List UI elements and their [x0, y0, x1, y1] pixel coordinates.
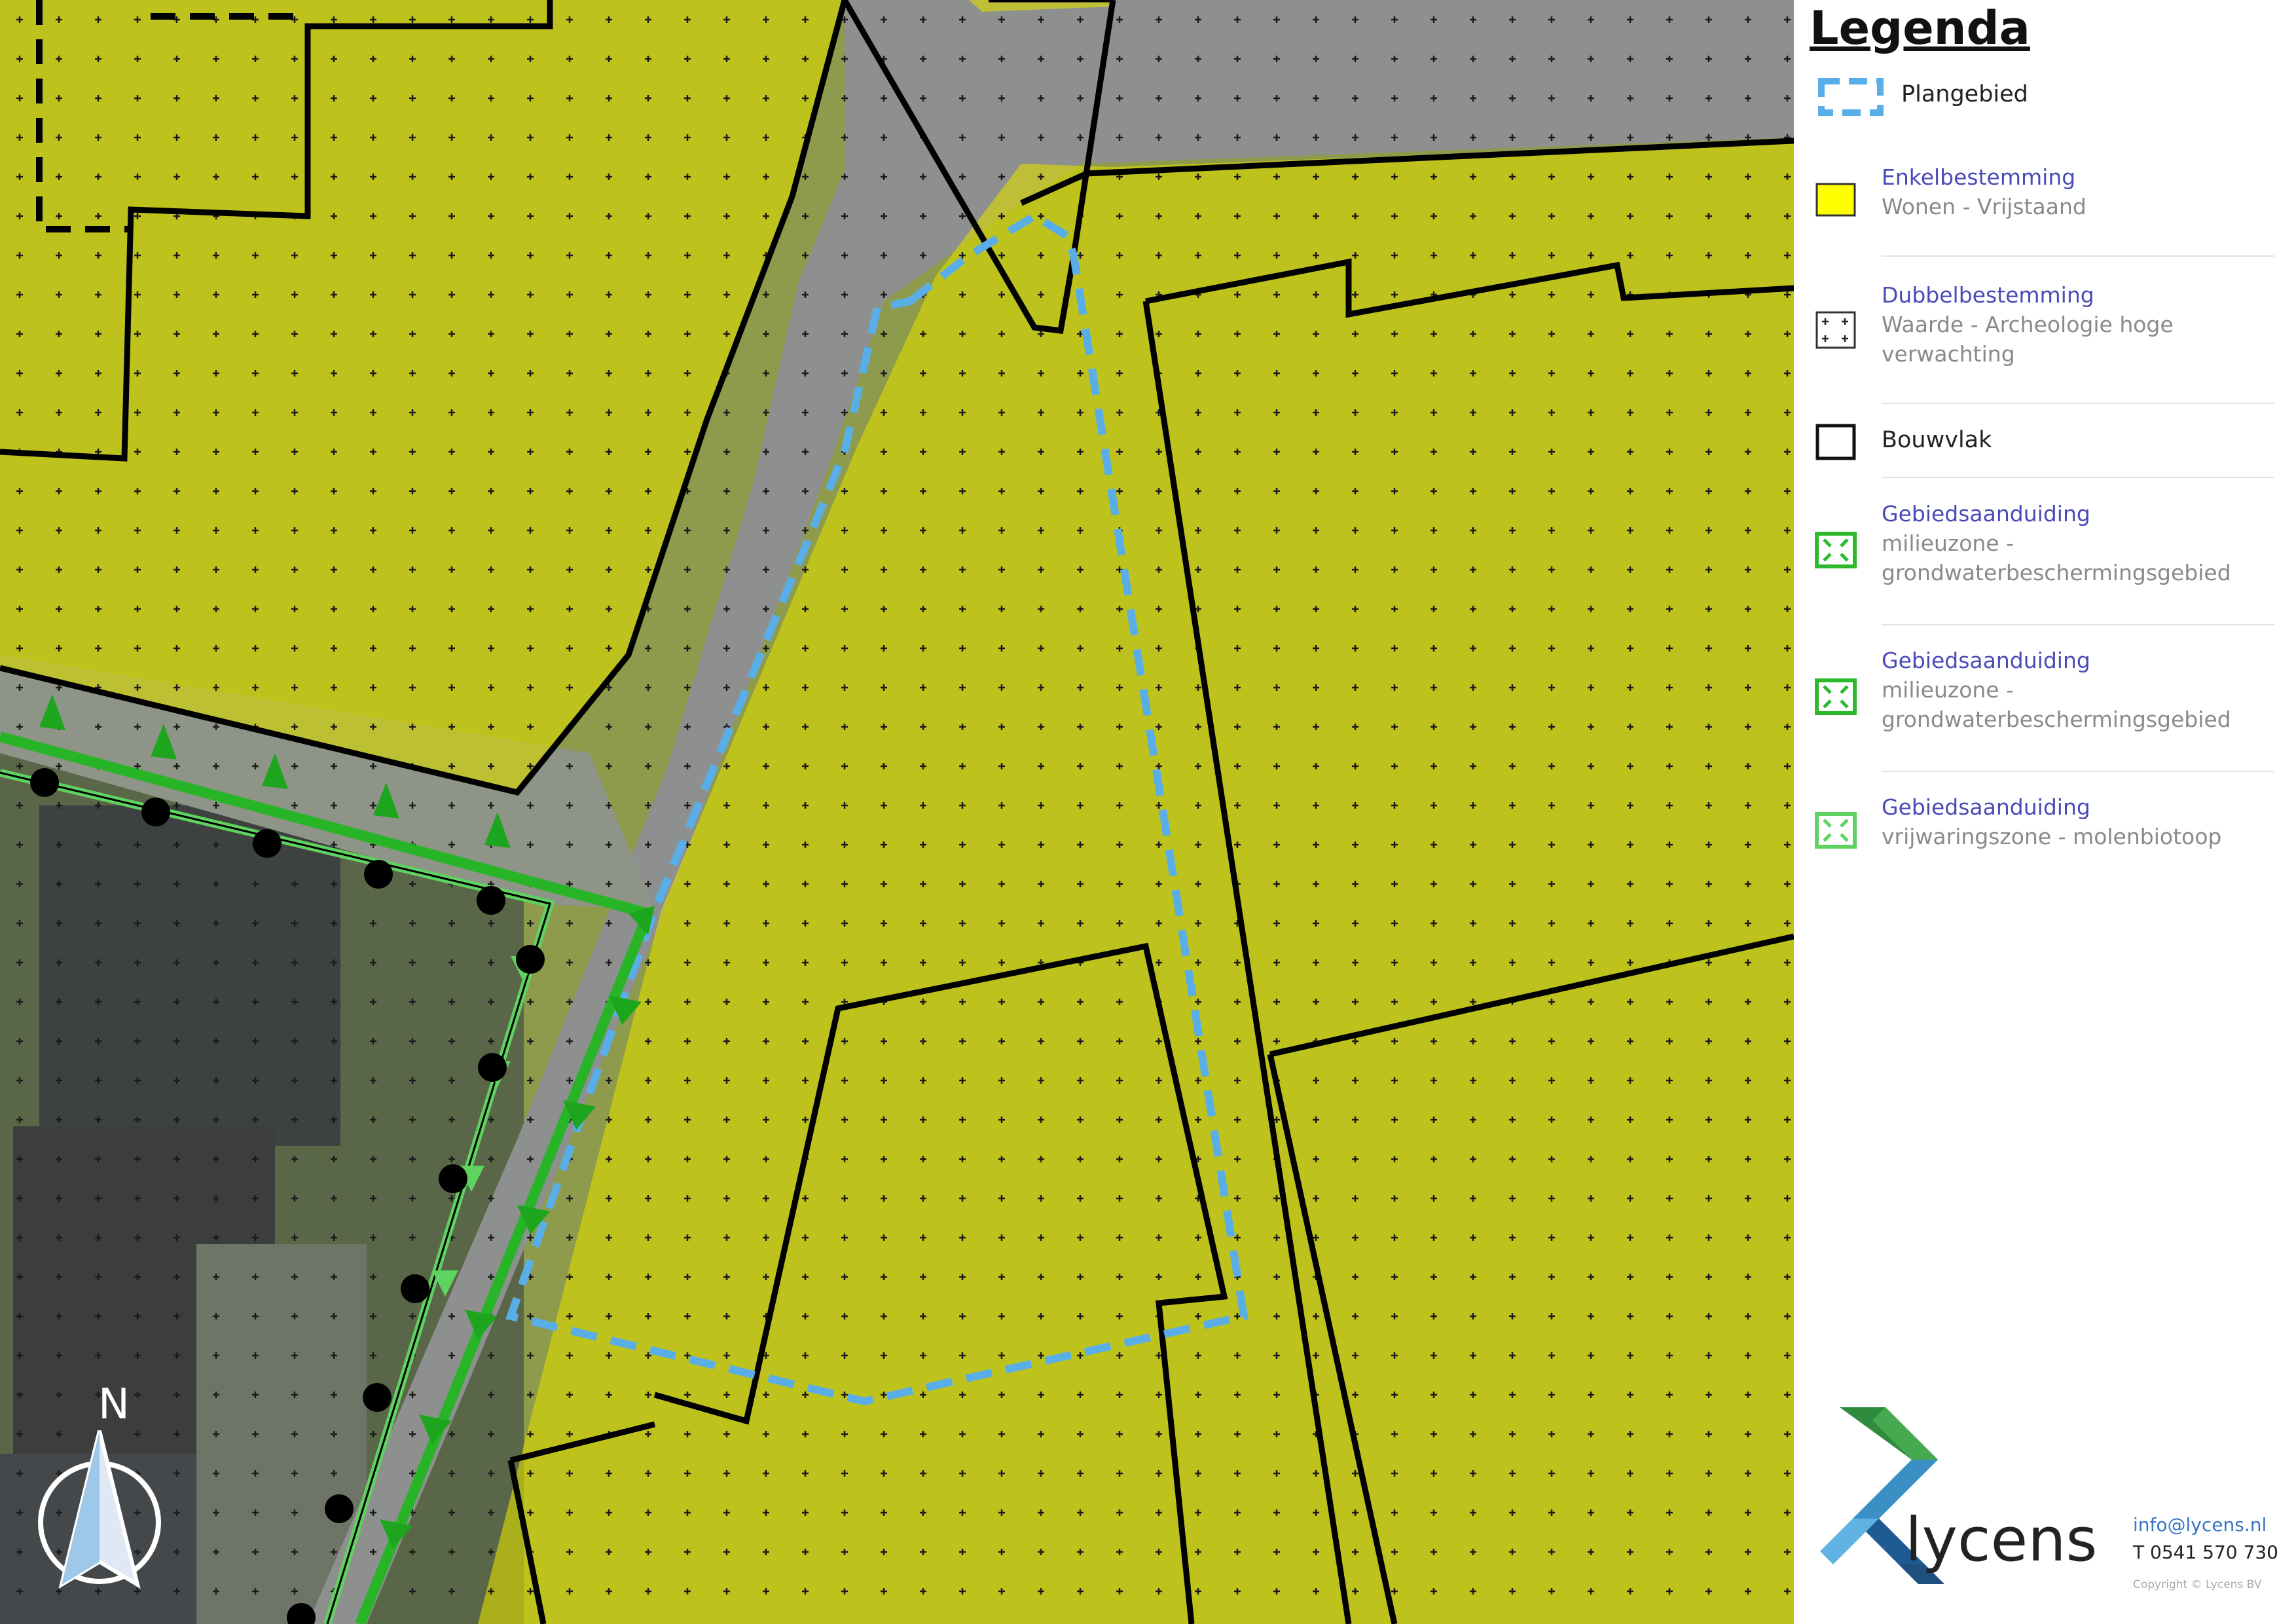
- legend-divider: [1882, 403, 2274, 404]
- legend-item-gebiedsaanduiding: Gebiedsaanduiding milieuzone - grondwate…: [1794, 499, 2296, 597]
- north-label: N: [98, 1380, 130, 1429]
- legend-category: Enkelbestemming: [1882, 164, 2076, 190]
- legend-category: Gebiedsaanduiding: [1882, 501, 2090, 526]
- milieuzone-symbol-icon: [1815, 678, 1857, 715]
- legend-item-gebiedsaanduiding: Gebiedsaanduiding vrijwaringszone - mole…: [1794, 792, 2296, 864]
- legend-value: Wonen - Vrijstaand: [1882, 194, 2086, 219]
- legend-divider: [1882, 255, 2274, 257]
- molenbiotoop-symbol-icon: [1815, 812, 1857, 849]
- legend-category: Dubbelbestemming: [1882, 282, 2094, 308]
- legend-value: milieuzone - grondwaterbeschermingsgebie…: [1882, 677, 2231, 732]
- legend-divider: [1882, 624, 2274, 625]
- archeologie-symbol-icon: [1815, 311, 1856, 349]
- company-phone: T 0541 570 730: [2133, 1541, 2278, 1563]
- map-svg: [0, 0, 1794, 1624]
- yellow-square-icon: [1815, 183, 1856, 217]
- company-name: lycens: [1905, 1505, 2098, 1575]
- legend-item-dubbelbestemming: Dubbelbestemming Waarde - Archeologie ho…: [1794, 280, 2296, 378]
- legend-category: Gebiedsaanduiding: [1882, 794, 2090, 820]
- legend-item-bouwvlak: Bouwvlak: [1794, 419, 2296, 465]
- legend-label-plangebied: Plangebied: [1901, 81, 2028, 107]
- legend-value: milieuzone - grondwaterbeschermingsgebie…: [1882, 530, 2231, 585]
- legend-panel: Legenda Plangebied Enkelbestemming Wonen…: [1794, 0, 2296, 1624]
- legend-category: Gebiedsaanduiding: [1882, 648, 2090, 673]
- legend-divider: [1882, 477, 2274, 478]
- legend-title: Legenda: [1810, 1, 2030, 55]
- plangebied-symbol-icon: [1818, 78, 1884, 116]
- legend-label-bouwvlak: Bouwvlak: [1882, 427, 1992, 453]
- legend-value: vrijwaringszone - molenbiotoop: [1882, 824, 2222, 849]
- copyright-text: Copyright © Lycens BV: [2133, 1578, 2262, 1591]
- legend-item-gebiedsaanduiding: Gebiedsaanduiding milieuzone - grondwate…: [1794, 646, 2296, 744]
- bouwvlak-symbol-icon: [1815, 424, 1856, 460]
- legend-divider: [1882, 771, 2274, 772]
- legend-item-enkelbestemming: Enkelbestemming Wonen - Vrijstaand: [1794, 162, 2296, 234]
- legend-value: Waarde - Archeologie hoge verwachting: [1882, 312, 2174, 367]
- legend-item-plangebied: Plangebied: [1794, 72, 2296, 124]
- company-email[interactable]: info@lycens.nl: [2133, 1514, 2267, 1536]
- map-canvas[interactable]: N: [0, 0, 1794, 1624]
- milieuzone-symbol-icon: [1815, 532, 1857, 568]
